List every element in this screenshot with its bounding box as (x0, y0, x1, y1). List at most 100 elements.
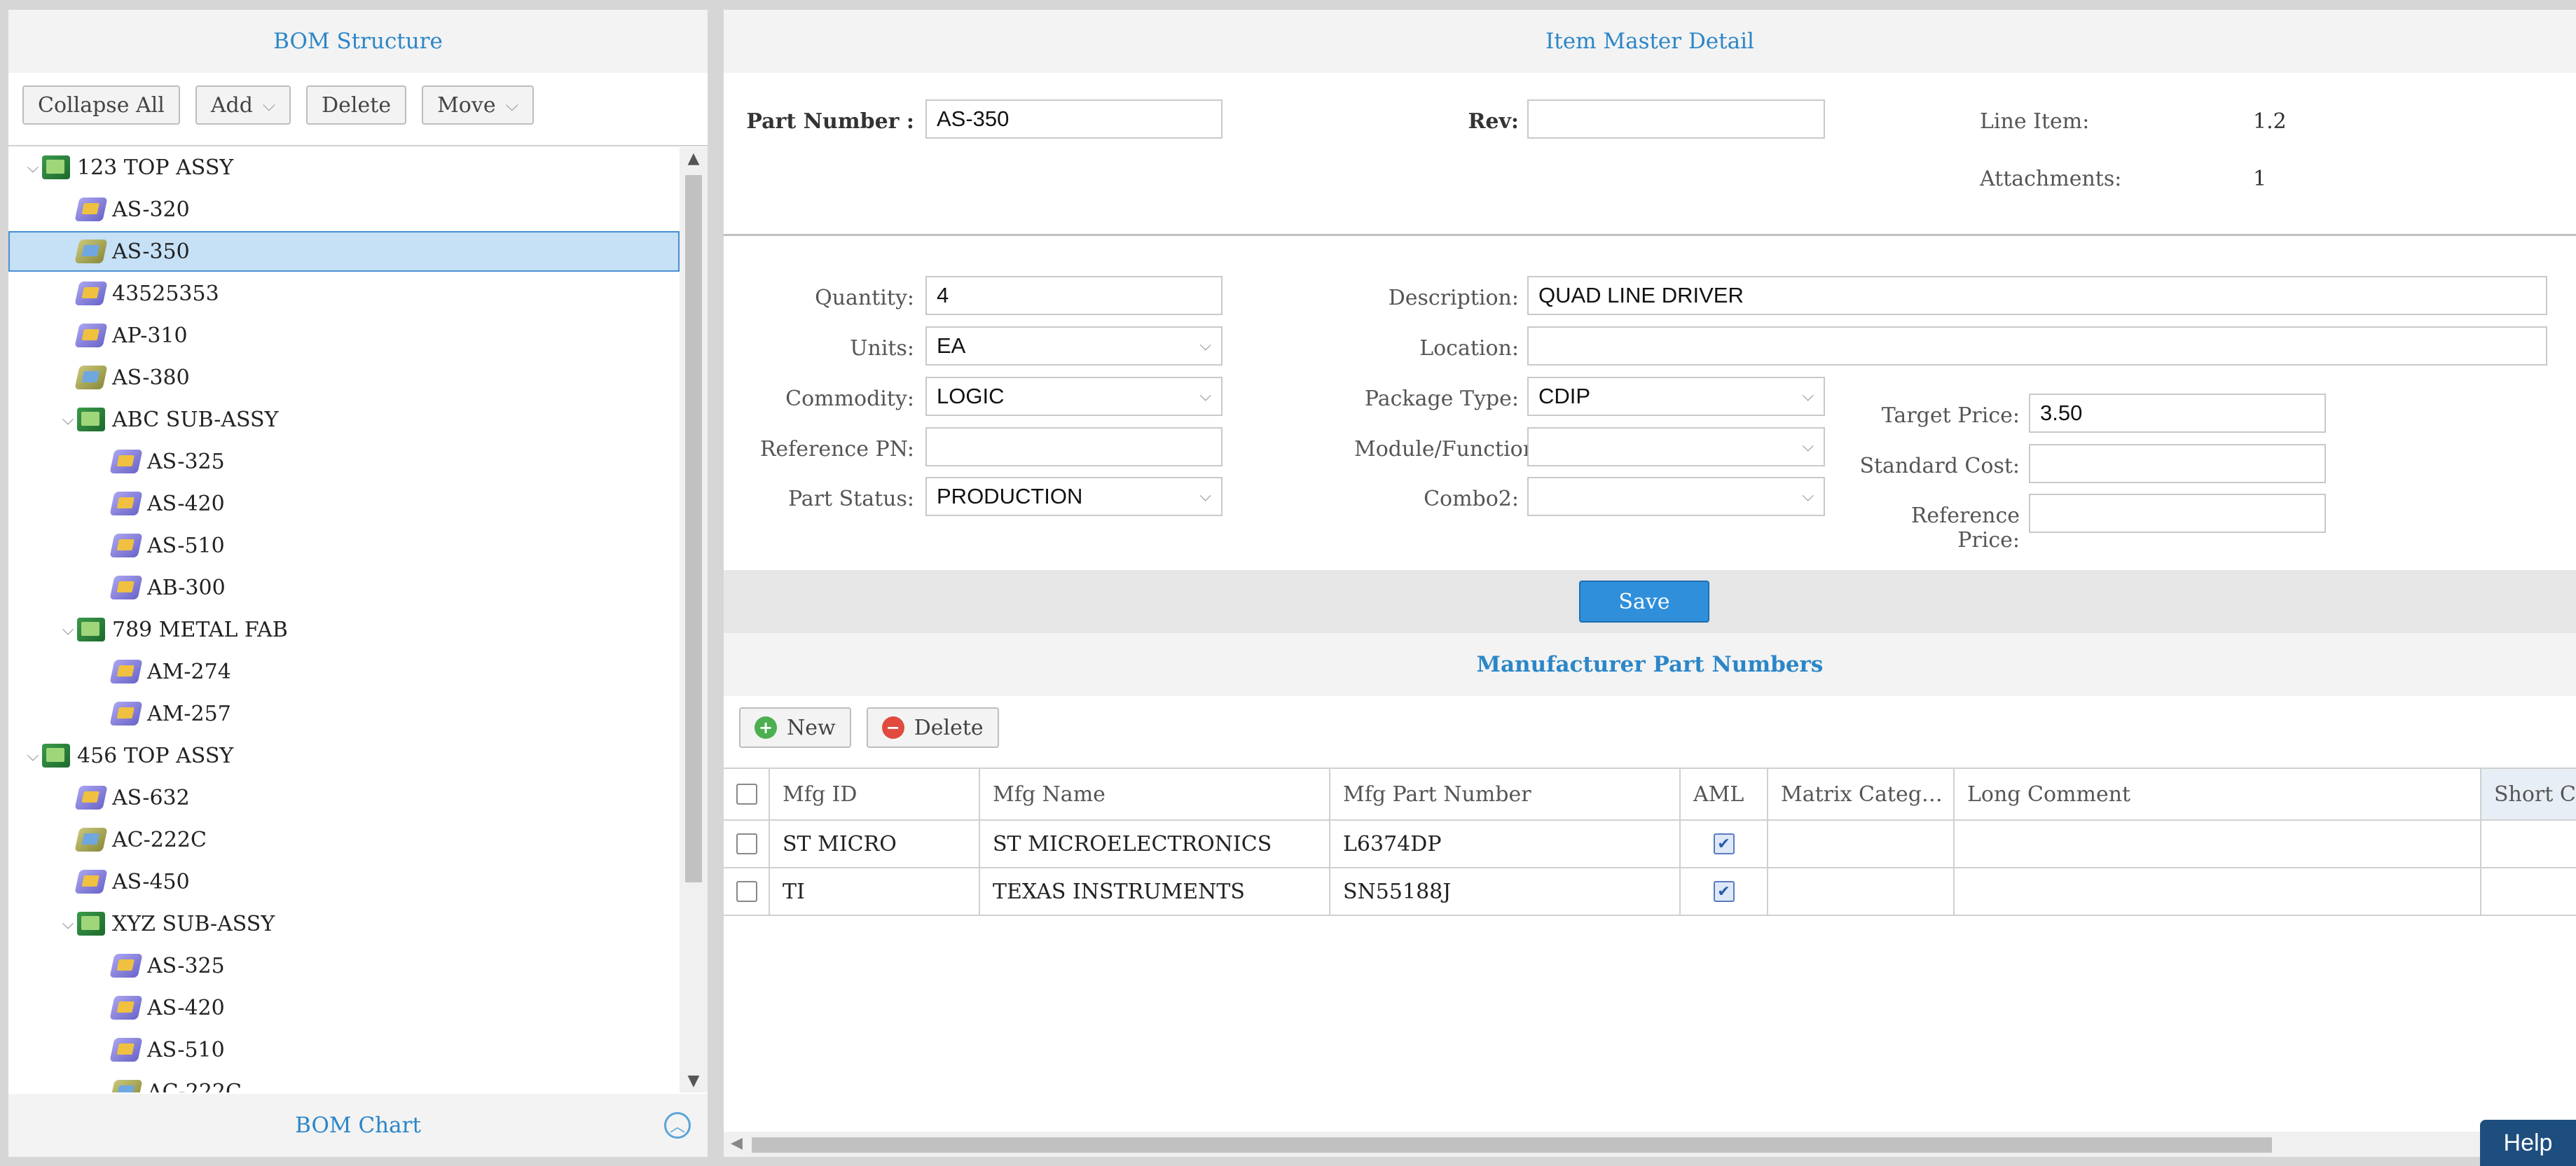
part-icon (109, 702, 143, 726)
mpn-rows: ST MICRO ST MICROELECTRONICS L6374DP ✔ TI TEX… (724, 821, 2576, 916)
collapse-toggle-icon[interactable]: ⌵ (24, 159, 42, 176)
new-mpn-button[interactable]: + New (739, 707, 851, 748)
tree-node[interactable]: AS-320 (8, 189, 680, 230)
tree-node[interactable]: AB-300 (8, 567, 680, 608)
tree-node[interactable]: AS-325 (8, 441, 680, 482)
row-select-checkbox[interactable] (736, 833, 757, 854)
commodity-select[interactable]: LOGIC ⌵ (925, 377, 1222, 416)
reference-price-input[interactable] (2029, 494, 2326, 533)
units-label: Units: (850, 336, 914, 361)
tree-node[interactable]: ⌵ XYZ SUB-ASSY (8, 903, 680, 944)
tree-node-label: AS-450 (112, 869, 190, 894)
tree-node[interactable]: ⌵ 123 TOP ASSY (8, 147, 680, 188)
tree-node[interactable]: AC-222C (8, 819, 680, 860)
tree-node[interactable]: AS-510 (8, 1029, 680, 1070)
table-row[interactable]: ST MICRO ST MICROELECTRONICS L6374DP ✔ (724, 821, 2576, 868)
reference-pn-input[interactable] (925, 427, 1222, 466)
delete-button[interactable]: Delete (306, 85, 407, 125)
tree-node-label: AS-350 (112, 239, 190, 264)
tree-node[interactable]: AS-325 (8, 945, 680, 986)
standard-cost-input[interactable] (2029, 444, 2326, 483)
save-button[interactable]: Save (1579, 581, 1709, 623)
tree-node-label: 456 TOP ASSY (77, 743, 234, 768)
part-status-select[interactable]: PRODUCTION ⌵ (925, 477, 1222, 516)
tree-node[interactable]: ⌵ 456 TOP ASSY (8, 735, 680, 776)
new-label: New (787, 715, 836, 740)
tree-node[interactable]: AC-222C (8, 1071, 680, 1092)
tree-node[interactable]: 43525353 (8, 273, 680, 314)
chevron-down-icon: ⌵ (1199, 336, 1211, 354)
collapse-toggle-icon[interactable]: ⌵ (59, 915, 77, 933)
package-type-select[interactable]: CDIP ⌵ (1527, 377, 1825, 416)
bom-chart-footer[interactable]: BOM Chart ︿ (8, 1094, 708, 1157)
tree-node[interactable]: AS-632 (8, 777, 680, 818)
expand-up-icon[interactable]: ︿ (664, 1112, 691, 1139)
column-header[interactable]: AML (1681, 769, 1768, 819)
part-number-input[interactable]: AS-350 (925, 99, 1222, 139)
collapse-toggle-icon[interactable]: ⌵ (59, 411, 77, 429)
combo2-select[interactable]: ⌵ (1527, 477, 1825, 516)
select-all-cell (724, 769, 770, 819)
column-header[interactable]: Mfg ID (770, 769, 980, 819)
chevron-down-icon: ⌵ (262, 95, 276, 115)
rev-input[interactable] (1527, 99, 1825, 139)
tree-node[interactable]: AS-350 (8, 231, 680, 272)
part-icon (74, 828, 108, 852)
grid-horizontal-scrollbar[interactable]: ◀ (724, 1132, 2576, 1157)
column-header[interactable]: Short C (2481, 769, 2576, 819)
collapse-toggle-icon[interactable]: ⌵ (59, 621, 77, 639)
collapse-all-button[interactable]: Collapse All (22, 85, 180, 125)
quantity-input[interactable]: 4 (925, 276, 1222, 315)
part-icon (74, 870, 108, 894)
units-select[interactable]: EA ⌵ (925, 326, 1222, 366)
aml-checkbox[interactable]: ✔ (1713, 833, 1735, 854)
column-header[interactable]: Matrix Categ… (1768, 769, 1955, 819)
description-input[interactable]: QUAD LINE DRIVER (1527, 276, 2547, 315)
row-select-checkbox[interactable] (736, 881, 757, 902)
tree-node[interactable]: ⌵ 789 METAL FAB (8, 609, 680, 650)
tree-node-label: AM-257 (147, 701, 231, 726)
delete-mpn-button[interactable]: − Delete (866, 707, 999, 748)
column-header[interactable]: Mfg Part Number (1330, 769, 1681, 819)
column-header[interactable]: Long Comment (1955, 769, 2481, 819)
select-all-checkbox[interactable] (736, 784, 757, 805)
tree-node[interactable]: ⌵ ABC SUB-ASSY (8, 399, 680, 440)
aml-checkbox[interactable]: ✔ (1713, 881, 1735, 902)
add-dropdown-button[interactable]: Add ⌵ (195, 85, 291, 125)
column-header[interactable]: Mfg Name (980, 769, 1330, 819)
scroll-left-icon[interactable]: ◀ (731, 1134, 743, 1152)
attachments-label: Attachments: (1980, 167, 2122, 191)
bom-structure-panel: BOM Structure Collapse All Add ⌵ Delete M… (8, 10, 708, 1157)
tree-node[interactable]: AM-274 (8, 651, 680, 692)
tree-node[interactable]: AS-420 (8, 987, 680, 1028)
table-row[interactable]: TI TEXAS INSTRUMENTS SN55188J ✔ (724, 868, 2576, 916)
combo2-label: Combo2: (1424, 487, 1519, 511)
units-value: EA (937, 333, 966, 358)
assembly-icon (42, 744, 70, 768)
long-comment-cell (1955, 868, 2481, 915)
tree-scrollbar[interactable]: ▲ ▼ (680, 147, 708, 1092)
tree-node[interactable]: AP-310 (8, 315, 680, 356)
scroll-up-icon[interactable]: ▲ (680, 150, 708, 167)
scrollbar-thumb[interactable] (685, 175, 702, 882)
tree-node[interactable]: AS-420 (8, 483, 680, 524)
scrollbar-thumb[interactable] (752, 1137, 2272, 1153)
item-master-title: Item Master Detail (724, 10, 2576, 73)
tree-node[interactable]: AS-450 (8, 861, 680, 902)
tree-node-label: AS-420 (147, 491, 225, 516)
tree-node[interactable]: AS-510 (8, 525, 680, 566)
move-dropdown-button[interactable]: Move ⌵ (422, 85, 534, 125)
module-function-select[interactable]: ⌵ (1527, 427, 1825, 466)
collapse-toggle-icon[interactable]: ⌵ (24, 747, 42, 765)
target-price-input[interactable]: 3.50 (2029, 394, 2326, 433)
help-button[interactable]: Help (2480, 1120, 2576, 1166)
attachments-value[interactable]: 1 (2253, 167, 2266, 191)
row-select-cell (724, 821, 770, 867)
tree-node-label: ABC SUB-ASSY (112, 407, 279, 432)
tree-node[interactable]: AM-257 (8, 693, 680, 734)
scroll-down-icon[interactable]: ▼ (680, 1072, 708, 1090)
mfg-id-cell: ST MICRO (770, 821, 980, 867)
tree-node[interactable]: AS-380 (8, 357, 680, 398)
part-status-label: Part Status: (787, 487, 914, 511)
location-input[interactable] (1527, 326, 2547, 366)
